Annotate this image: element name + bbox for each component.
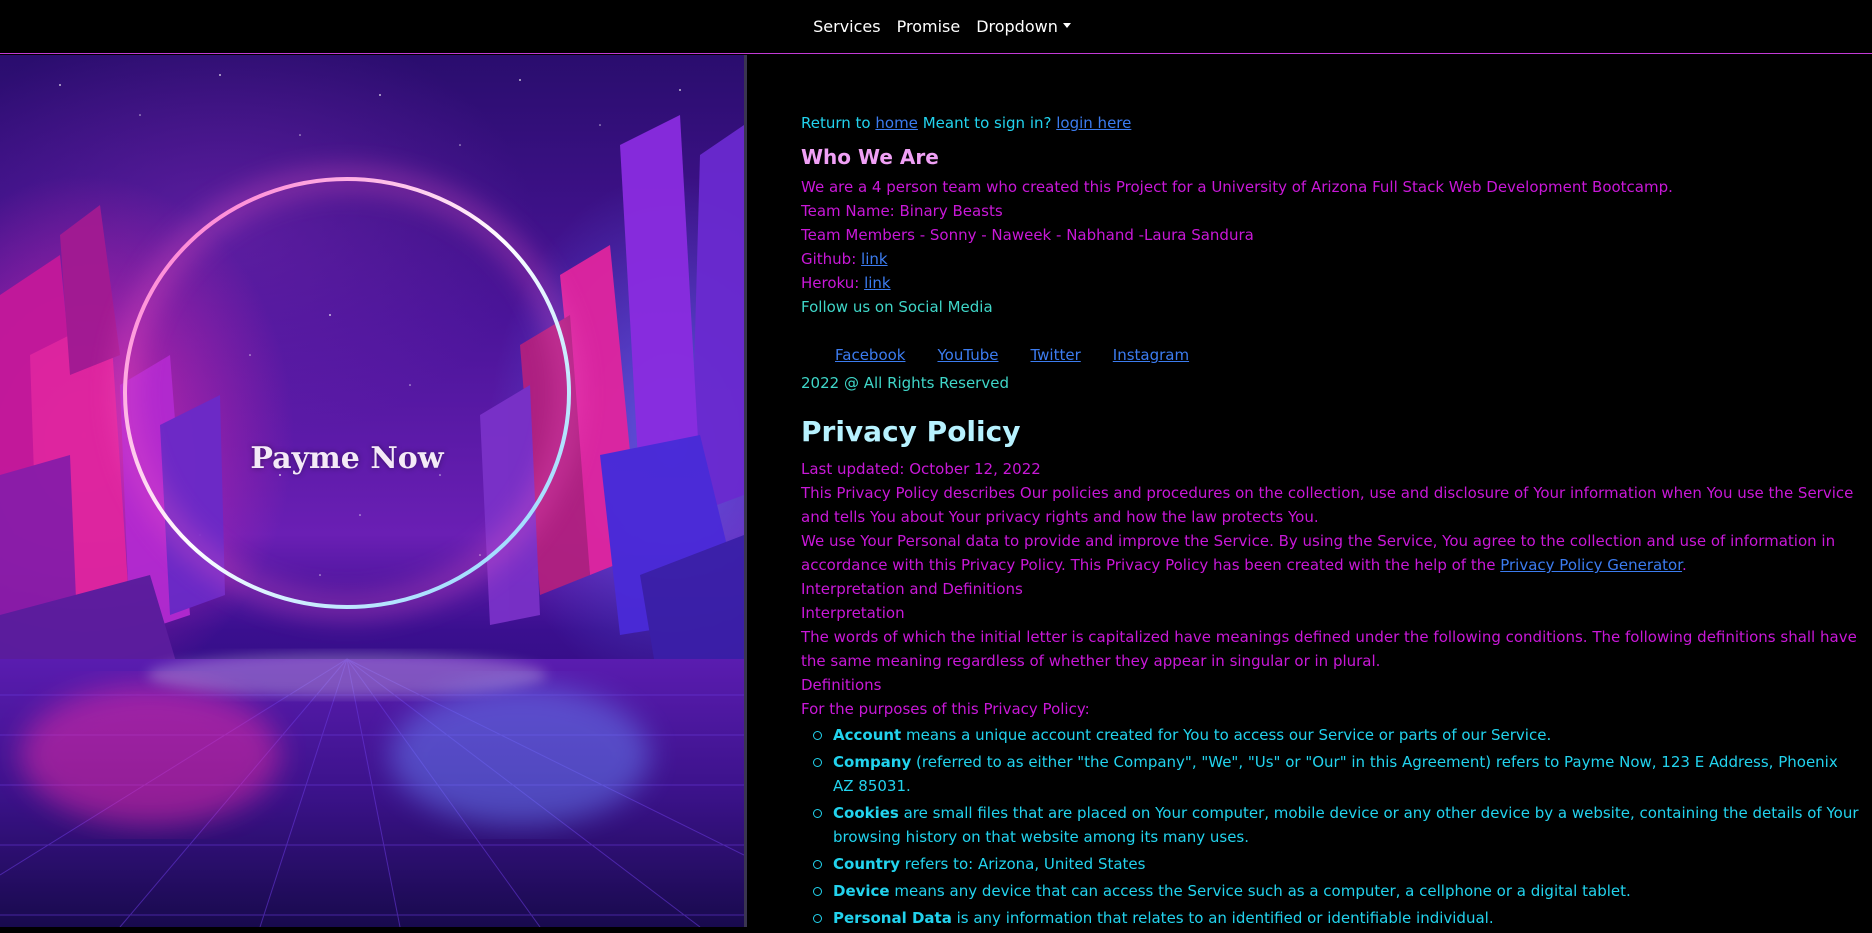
privacy-paragraph-2: We use Your Personal data to provide and… — [801, 529, 1861, 577]
definition-text: means a unique account created for You t… — [901, 726, 1552, 744]
list-item: Device means any device that can access … — [813, 879, 1861, 903]
team-name: Team Name: Binary Beasts — [801, 202, 1003, 220]
nav-list: Services Promise Dropdown — [805, 17, 1079, 36]
top-navbar: Services Promise Dropdown — [0, 0, 1872, 54]
follow-us-text: Follow us on Social Media — [801, 298, 993, 316]
last-updated: Last updated: October 12, 2022 — [801, 460, 1041, 478]
who-description: We are a 4 person team who created this … — [801, 178, 1673, 196]
definition-term: Company — [833, 753, 912, 771]
hero-artwork — [0, 74, 744, 927]
main-content: Return to home Meant to sign in? login h… — [801, 112, 1861, 933]
interpretation-heading: Interpretation — [801, 604, 905, 622]
hero-image: Payme Now — [0, 55, 744, 927]
who-we-are-heading: Who We Are — [801, 145, 939, 169]
definition-term: Personal Data — [833, 909, 952, 927]
definition-term: Country — [833, 855, 901, 873]
definition-text: is any information that relates to an id… — [951, 909, 1494, 927]
interpretation-definitions-heading: Interpretation and Definitions — [801, 580, 1023, 598]
definition-term: Cookies — [833, 804, 899, 822]
definitions-list: Account means a unique account created f… — [801, 723, 1861, 930]
purposes-text: For the purposes of this Privacy Policy: — [801, 700, 1090, 718]
list-item: Personal Data is any information that re… — [813, 906, 1861, 930]
login-link[interactable]: login here — [1056, 114, 1131, 132]
definition-text: (referred to as either "the Company", "W… — [833, 753, 1838, 795]
definition-term: Device — [833, 882, 890, 900]
privacy-paragraph-1: This Privacy Policy describes Our polici… — [801, 484, 1854, 526]
twitter-link[interactable]: Twitter — [1030, 343, 1080, 367]
instagram-link[interactable]: Instagram — [1113, 343, 1189, 367]
home-link[interactable]: home — [875, 114, 918, 132]
privacy-paragraph-3: The words of which the initial letter is… — [801, 628, 1857, 670]
definitions-heading: Definitions — [801, 676, 882, 694]
definition-term: Account — [833, 726, 902, 744]
privacy-paragraph-2-end: . — [1682, 556, 1687, 574]
list-item: Cookies are small files that are placed … — [813, 801, 1861, 849]
youtube-link[interactable]: YouTube — [937, 343, 998, 367]
github-label: Github: — [801, 250, 857, 268]
heroku-link[interactable]: link — [864, 274, 891, 292]
list-item: Account means a unique account created f… — [813, 723, 1861, 747]
nav-promise[interactable]: Promise — [889, 17, 969, 36]
hero-title: Payme Now — [250, 441, 444, 476]
intro-line: Return to home Meant to sign in? login h… — [801, 112, 1861, 134]
list-item: Country refers to: Arizona, United State… — [813, 852, 1861, 876]
nav-dropdown-label: Dropdown — [976, 17, 1058, 36]
nav-dropdown[interactable]: Dropdown — [968, 17, 1079, 36]
definition-text: are small files that are placed on Your … — [833, 804, 1859, 846]
heroku-label: Heroku: — [801, 274, 860, 292]
privacy-policy-heading: Privacy Policy — [801, 415, 1021, 448]
github-link[interactable]: link — [861, 250, 888, 268]
definition-text: refers to: Arizona, United States — [900, 855, 1146, 873]
return-to-text: Return to — [801, 114, 871, 132]
heroku-line: Heroku: link — [801, 271, 1861, 295]
github-line: Github: link — [801, 247, 1861, 271]
nav-services[interactable]: Services — [805, 17, 888, 36]
facebook-link[interactable]: Facebook — [835, 343, 905, 367]
list-item: Company (referred to as either "the Comp… — [813, 750, 1861, 798]
meant-to-text: Meant to sign in? — [922, 114, 1052, 132]
caret-down-icon — [1062, 23, 1071, 28]
team-members: Team Members - Sonny - Naweek - Nabhand … — [801, 226, 1254, 244]
definition-text: means any device that can access the Ser… — [889, 882, 1631, 900]
panel-divider — [744, 55, 747, 927]
privacy-policy-generator-link[interactable]: Privacy Policy Generator — [1500, 556, 1682, 574]
rights-text: 2022 @ All Rights Reserved — [801, 374, 1009, 392]
social-links: Facebook YouTube Twitter Instagram — [801, 343, 1861, 367]
